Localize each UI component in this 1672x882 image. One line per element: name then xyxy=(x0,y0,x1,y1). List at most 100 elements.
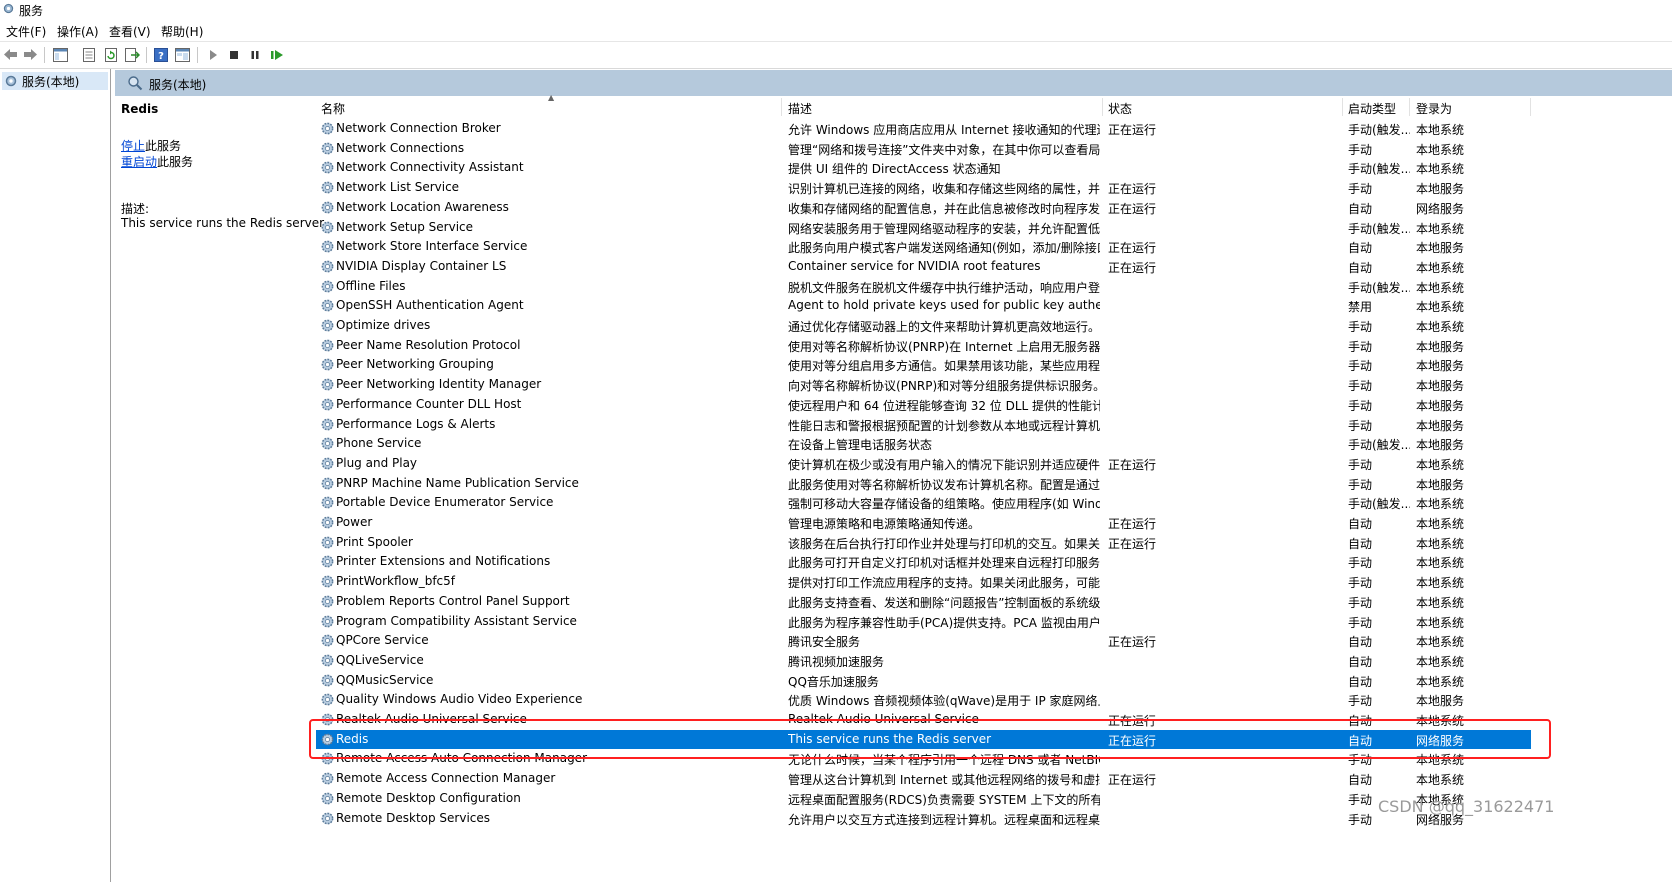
column-separator[interactable] xyxy=(1530,98,1531,116)
column-separator[interactable] xyxy=(1102,98,1103,116)
table-row[interactable]: Print Spooler 该服务在后台执行打印作业并处理与打印机的交互。如果关.… xyxy=(316,533,1531,552)
table-row[interactable]: QPCore Service 腾讯安全服务 正在运行 自动 本地系统 xyxy=(316,631,1531,650)
menu-view[interactable]: 查看(V) xyxy=(109,23,151,40)
table-row[interactable]: Network Connection Broker 允许 Windows 应用商店… xyxy=(316,119,1531,138)
service-gear-icon xyxy=(321,398,334,411)
table-row[interactable]: QQLiveService 腾讯视频加速服务 自动 本地系统 xyxy=(316,651,1531,670)
table-row[interactable]: Portable Device Enumerator Service 强制可移动大… xyxy=(316,493,1531,512)
table-row[interactable]: Peer Networking Grouping 使用对等分组启用多方通信。如果禁… xyxy=(316,355,1531,374)
column-header-status[interactable]: 状态 xyxy=(1108,100,1132,117)
table-row[interactable]: PNRP Machine Name Publication Service 此服务… xyxy=(316,474,1531,493)
service-logon-cell: 本地系统 xyxy=(1416,221,1465,236)
table-row[interactable]: Quality Windows Audio Video Experience 优质… xyxy=(316,690,1531,709)
table-row[interactable]: Remote Access Connection Manager 管理从这台计算机… xyxy=(316,769,1531,788)
service-logon-cell: 本地服务 xyxy=(1416,359,1465,374)
table-row[interactable]: Network Setup Service 网络安装服务用于管理网络驱动程序的安装… xyxy=(316,218,1531,237)
column-header-startup-type[interactable]: 启动类型 xyxy=(1348,100,1396,117)
title-bar: 服务 xyxy=(0,0,1672,19)
table-row[interactable]: Performance Counter DLL Host 使远程用户和 64 位进… xyxy=(316,395,1531,414)
refresh-icon[interactable] xyxy=(102,46,119,63)
service-logon-cell: 本地服务 xyxy=(1416,398,1465,413)
table-row[interactable]: Program Compatibility Assistant Service 此… xyxy=(316,612,1531,631)
service-name-cell: Peer Networking Identity Manager xyxy=(336,377,542,392)
service-description-cell: 无论什么时候，当某个程序引用一个远程 DNS 或者 NetBIO... xyxy=(788,753,1100,768)
table-row[interactable]: Network Location Awareness 收集和存储网络的配置信息，并… xyxy=(316,198,1531,217)
service-logon-cell: 本地服务 xyxy=(1416,339,1465,354)
table-row[interactable]: OpenSSH Authentication Agent Agent to hol… xyxy=(316,296,1531,315)
column-header-logon-as[interactable]: 登录为 xyxy=(1416,100,1452,117)
stop-service-link[interactable]: 停止 xyxy=(121,139,145,153)
export-list-icon[interactable] xyxy=(124,46,141,63)
forward-arrow-icon[interactable] xyxy=(22,46,39,63)
tree-item-label: 服务(本地) xyxy=(22,74,80,89)
table-row[interactable]: Plug and Play 使计算机在极少或没有用户输入的情况下能识别并适应硬件.… xyxy=(316,454,1531,473)
menu-help[interactable]: 帮助(H) xyxy=(161,23,203,40)
table-row[interactable]: Network Connections 管理“网络和拨号连接”文件夹中对象，在其中… xyxy=(316,139,1531,158)
table-row[interactable]: PrintWorkflow_bfc5f 提供对打印工作流应用程序的支持。如果关闭此… xyxy=(316,572,1531,591)
service-startup-type-cell: 手动 xyxy=(1348,753,1373,768)
menu-action[interactable]: 操作(A) xyxy=(57,23,99,40)
table-row[interactable]: Performance Logs & Alerts 性能日志和警报根据预配置的计划… xyxy=(316,415,1531,434)
service-gear-icon xyxy=(321,812,334,824)
table-row[interactable]: Problem Reports Control Panel Support 此服务… xyxy=(316,592,1531,611)
pause-service-icon[interactable] xyxy=(246,46,263,63)
table-row[interactable]: Optimize drives 通过优化存储驱动器上的文件来帮助计算机更高效地运行… xyxy=(316,316,1531,335)
service-logon-cell: 本地系统 xyxy=(1416,674,1465,689)
table-row[interactable]: Network Store Interface Service 此服务向用户模式客… xyxy=(316,237,1531,256)
table-row[interactable]: Power 管理电源策略和电源策略通知传递。 正在运行 自动 本地系统 xyxy=(316,513,1531,532)
service-startup-type-cell: 手动(触发... xyxy=(1348,497,1410,512)
back-arrow-icon[interactable] xyxy=(2,46,19,63)
table-row[interactable]: Phone Service 在设备上管理电话服务状态 手动(触发... 本地服务 xyxy=(316,434,1531,453)
restart-service-icon[interactable] xyxy=(268,46,285,63)
table-row[interactable]: Network List Service 识别计算机已连接的网络，收集和存储这些网… xyxy=(316,178,1531,197)
service-startup-type-cell: 手动 xyxy=(1348,595,1373,610)
service-gear-icon xyxy=(321,536,334,549)
service-gear-icon xyxy=(321,280,334,292)
service-name-cell: Program Compatibility Assistant Service xyxy=(336,613,577,628)
table-row[interactable]: QQMusicService QQ音乐加速服务 自动 本地系统 xyxy=(316,671,1531,690)
service-startup-type-cell: 手动 xyxy=(1348,477,1373,492)
service-name-cell: Network Connectivity Assistant xyxy=(336,160,524,175)
table-row[interactable]: Peer Networking Identity Manager 向对等名称解析协… xyxy=(316,375,1531,394)
menu-bar: 文件(F) 操作(A) 查看(V) 帮助(H) xyxy=(0,20,1672,40)
service-description-cell: 腾讯视频加速服务 xyxy=(788,654,885,669)
service-startup-type-cell: 手动 xyxy=(1348,556,1373,571)
table-row[interactable]: Remote Access Auto Connection Manager 无论什… xyxy=(316,749,1531,768)
table-row[interactable]: Remote Desktop Configuration 远程桌面配置服务(RDC… xyxy=(316,789,1531,808)
service-description-cell: 管理“网络和拨号连接”文件夹中对象，在其中你可以查看局... xyxy=(788,142,1100,157)
service-startup-type-cell: 自动 xyxy=(1348,260,1373,275)
service-startup-type-cell: 手动 xyxy=(1348,418,1373,433)
table-row-selected[interactable]: Redis This service runs the Redis server 正… xyxy=(316,729,1531,749)
service-description-cell: 提供 UI 组件的 DirectAccess 状态通知 xyxy=(788,162,1001,177)
tree-item-services-local[interactable]: 服务(本地) xyxy=(2,72,108,90)
service-name-cell: Network Connections xyxy=(336,140,465,155)
table-row[interactable]: NVIDIA Display Container LS Container ser… xyxy=(316,257,1531,276)
menu-file[interactable]: 文件(F) xyxy=(6,23,46,40)
table-row[interactable]: Printer Extensions and Notifications 此服务可… xyxy=(316,552,1531,571)
column-separator[interactable] xyxy=(1409,98,1410,116)
restart-service-link[interactable]: 重启动 xyxy=(121,155,157,169)
service-name-cell: Peer Name Resolution Protocol xyxy=(336,337,521,352)
console-view-icon[interactable] xyxy=(174,46,191,63)
column-header-name[interactable]: 名称 xyxy=(321,100,345,117)
service-startup-type-cell: 自动 xyxy=(1348,733,1373,748)
column-header-description[interactable]: 描述 xyxy=(788,100,812,117)
start-service-icon[interactable] xyxy=(204,46,221,63)
table-row[interactable]: Offline Files 脱机文件服务在脱机文件缓存中执行维护活动，响应用户登.… xyxy=(316,277,1531,296)
toolbar-separator xyxy=(197,47,198,63)
table-row[interactable]: Network Connectivity Assistant 提供 UI 组件的 … xyxy=(316,158,1531,177)
properties-icon[interactable] xyxy=(80,46,97,63)
service-logon-cell: 本地系统 xyxy=(1416,635,1465,650)
table-row[interactable]: Remote Desktop Services 允许用户以交互方式连接到远程计算机… xyxy=(316,809,1531,828)
table-row[interactable]: Peer Name Resolution Protocol 使用对等名称解析协议(… xyxy=(316,336,1531,355)
table-row[interactable]: Realtek Audio Universal Service Realtek A… xyxy=(316,710,1531,729)
column-separator[interactable] xyxy=(1342,98,1343,116)
column-separator[interactable] xyxy=(781,98,782,116)
service-name-cell: Quality Windows Audio Video Experience xyxy=(336,692,583,707)
help-icon[interactable]: ? xyxy=(152,46,169,63)
service-name-cell: OpenSSH Authentication Agent xyxy=(336,298,524,313)
service-description-cell: 使用对等分组启用多方通信。如果禁用该功能，某些应用程... xyxy=(788,359,1100,374)
stop-service-icon[interactable] xyxy=(225,46,242,63)
service-name-cell: PNRP Machine Name Publication Service xyxy=(336,475,579,490)
show-hide-tree-icon[interactable] xyxy=(52,46,69,63)
